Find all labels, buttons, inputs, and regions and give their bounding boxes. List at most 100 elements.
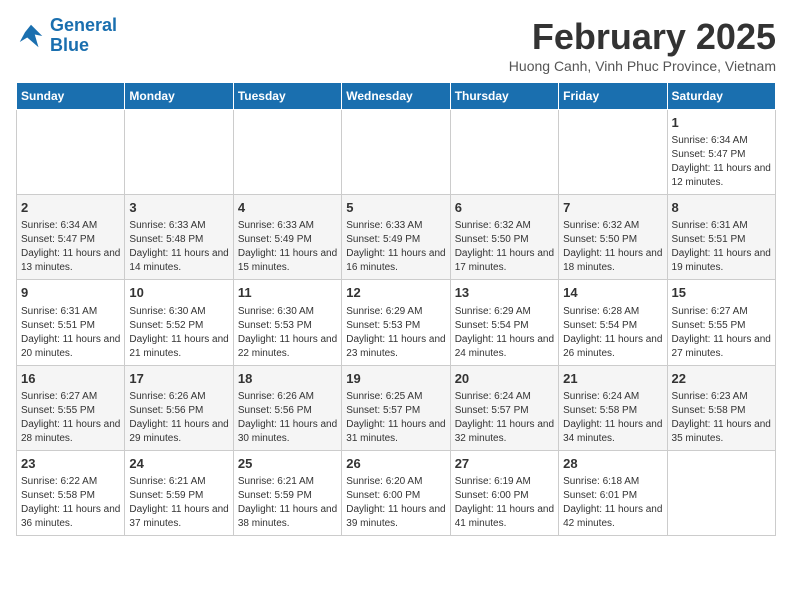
day-info: Sunrise: 6:27 AM Sunset: 5:55 PM Dayligh… <box>21 390 120 446</box>
calendar-day-cell: 19 Sunrise: 6:25 AM Sunset: 5:57 PM Dayli… <box>342 365 450 450</box>
day-info: Sunrise: 6:31 AM Sunset: 5:51 PM Dayligh… <box>672 219 771 275</box>
calendar-week-row: 2 Sunrise: 6:34 AM Sunset: 5:47 PM Daylig… <box>17 195 776 280</box>
weekday-header: Monday <box>125 83 233 110</box>
day-number: 19 <box>346 370 445 388</box>
day-info: Sunrise: 6:31 AM Sunset: 5:51 PM Dayligh… <box>21 305 120 361</box>
weekday-header: Tuesday <box>233 83 341 110</box>
calendar-day-cell: 5 Sunrise: 6:33 AM Sunset: 5:49 PM Daylig… <box>342 195 450 280</box>
day-number: 17 <box>129 370 228 388</box>
calendar-week-row: 1 Sunrise: 6:34 AM Sunset: 5:47 PM Daylig… <box>17 110 776 195</box>
day-info: Sunrise: 6:18 AM Sunset: 6:01 PM Dayligh… <box>563 475 662 531</box>
month-title: February 2025 <box>509 16 776 58</box>
day-number: 26 <box>346 455 445 473</box>
day-info: Sunrise: 6:28 AM Sunset: 5:54 PM Dayligh… <box>563 305 662 361</box>
calendar-empty-cell <box>17 110 125 195</box>
calendar-day-cell: 24Sunrise: 6:21 AM Sunset: 5:59 PM Dayli… <box>125 450 233 535</box>
calendar-empty-cell <box>342 110 450 195</box>
calendar-empty-cell <box>559 110 667 195</box>
day-info: Sunrise: 6:22 AM Sunset: 5:58 PM Dayligh… <box>21 475 120 531</box>
calendar-day-cell: 3 Sunrise: 6:33 AM Sunset: 5:48 PM Daylig… <box>125 195 233 280</box>
logo: General Blue <box>16 16 117 56</box>
day-info: Sunrise: 6:30 AM Sunset: 5:52 PM Dayligh… <box>129 305 228 361</box>
calendar-day-cell: 27 Sunrise: 6:19 AM Sunset: 6:00 PM Dayli… <box>450 450 558 535</box>
day-number: 2 <box>21 199 120 217</box>
calendar-day-cell: 7 Sunrise: 6:32 AM Sunset: 5:50 PM Daylig… <box>559 195 667 280</box>
calendar-day-cell: 1 Sunrise: 6:34 AM Sunset: 5:47 PM Daylig… <box>667 110 775 195</box>
calendar-day-cell: 25Sunrise: 6:21 AM Sunset: 5:59 PM Dayli… <box>233 450 341 535</box>
location-title: Huong Canh, Vinh Phuc Province, Vietnam <box>509 58 776 74</box>
day-number: 10 <box>129 284 228 302</box>
calendar-day-cell: 26 Sunrise: 6:20 AM Sunset: 6:00 PM Dayli… <box>342 450 450 535</box>
weekday-header: Wednesday <box>342 83 450 110</box>
calendar-day-cell: 23 Sunrise: 6:22 AM Sunset: 5:58 PM Dayli… <box>17 450 125 535</box>
day-number: 15 <box>672 284 771 302</box>
calendar-day-cell: 6Sunrise: 6:32 AM Sunset: 5:50 PM Daylig… <box>450 195 558 280</box>
calendar-header-row: SundayMondayTuesdayWednesdayThursdayFrid… <box>17 83 776 110</box>
day-info: Sunrise: 6:29 AM Sunset: 5:53 PM Dayligh… <box>346 305 445 361</box>
day-info: Sunrise: 6:19 AM Sunset: 6:00 PM Dayligh… <box>455 475 554 531</box>
day-info: Sunrise: 6:23 AM Sunset: 5:58 PM Dayligh… <box>672 390 771 446</box>
day-info: Sunrise: 6:33 AM Sunset: 5:48 PM Dayligh… <box>129 219 228 275</box>
day-info: Sunrise: 6:30 AM Sunset: 5:53 PM Dayligh… <box>238 305 337 361</box>
day-number: 25 <box>238 455 337 473</box>
calendar-day-cell: 20 Sunrise: 6:24 AM Sunset: 5:57 PM Dayli… <box>450 365 558 450</box>
calendar-week-row: 9 Sunrise: 6:31 AM Sunset: 5:51 PM Daylig… <box>17 280 776 365</box>
calendar-day-cell: 12 Sunrise: 6:29 AM Sunset: 5:53 PM Dayli… <box>342 280 450 365</box>
logo-text: General Blue <box>50 16 117 56</box>
calendar-week-row: 23 Sunrise: 6:22 AM Sunset: 5:58 PM Dayli… <box>17 450 776 535</box>
calendar-day-cell: 9 Sunrise: 6:31 AM Sunset: 5:51 PM Daylig… <box>17 280 125 365</box>
day-info: Sunrise: 6:26 AM Sunset: 5:56 PM Dayligh… <box>238 390 337 446</box>
day-number: 14 <box>563 284 662 302</box>
day-info: Sunrise: 6:24 AM Sunset: 5:58 PM Dayligh… <box>563 390 662 446</box>
day-info: Sunrise: 6:29 AM Sunset: 5:54 PM Dayligh… <box>455 305 554 361</box>
day-info: Sunrise: 6:32 AM Sunset: 5:50 PM Dayligh… <box>563 219 662 275</box>
weekday-header: Thursday <box>450 83 558 110</box>
day-info: Sunrise: 6:33 AM Sunset: 5:49 PM Dayligh… <box>346 219 445 275</box>
title-area: February 2025 Huong Canh, Vinh Phuc Prov… <box>509 16 776 74</box>
logo-icon <box>16 21 46 51</box>
day-number: 24 <box>129 455 228 473</box>
calendar-empty-cell <box>450 110 558 195</box>
calendar-table: SundayMondayTuesdayWednesdayThursdayFrid… <box>16 82 776 536</box>
day-info: Sunrise: 6:20 AM Sunset: 6:00 PM Dayligh… <box>346 475 445 531</box>
calendar-day-cell: 11 Sunrise: 6:30 AM Sunset: 5:53 PM Dayli… <box>233 280 341 365</box>
day-info: Sunrise: 6:24 AM Sunset: 5:57 PM Dayligh… <box>455 390 554 446</box>
weekday-header: Friday <box>559 83 667 110</box>
day-info: Sunrise: 6:34 AM Sunset: 5:47 PM Dayligh… <box>21 219 120 275</box>
day-number: 5 <box>346 199 445 217</box>
calendar-day-cell: 8 Sunrise: 6:31 AM Sunset: 5:51 PM Daylig… <box>667 195 775 280</box>
day-info: Sunrise: 6:34 AM Sunset: 5:47 PM Dayligh… <box>672 134 771 190</box>
day-number: 7 <box>563 199 662 217</box>
calendar-empty-cell <box>125 110 233 195</box>
calendar-day-cell: 16Sunrise: 6:27 AM Sunset: 5:55 PM Dayli… <box>17 365 125 450</box>
calendar-day-cell: 2 Sunrise: 6:34 AM Sunset: 5:47 PM Daylig… <box>17 195 125 280</box>
day-number: 9 <box>21 284 120 302</box>
day-info: Sunrise: 6:25 AM Sunset: 5:57 PM Dayligh… <box>346 390 445 446</box>
day-number: 8 <box>672 199 771 217</box>
calendar-week-row: 16Sunrise: 6:27 AM Sunset: 5:55 PM Dayli… <box>17 365 776 450</box>
header: General Blue February 2025 Huong Canh, V… <box>16 16 776 74</box>
calendar-day-cell: 13 Sunrise: 6:29 AM Sunset: 5:54 PM Dayli… <box>450 280 558 365</box>
day-number: 11 <box>238 284 337 302</box>
day-number: 28 <box>563 455 662 473</box>
day-number: 1 <box>672 114 771 132</box>
day-number: 22 <box>672 370 771 388</box>
day-number: 27 <box>455 455 554 473</box>
day-number: 20 <box>455 370 554 388</box>
calendar-day-cell: 4Sunrise: 6:33 AM Sunset: 5:49 PM Daylig… <box>233 195 341 280</box>
day-info: Sunrise: 6:26 AM Sunset: 5:56 PM Dayligh… <box>129 390 228 446</box>
day-info: Sunrise: 6:27 AM Sunset: 5:55 PM Dayligh… <box>672 305 771 361</box>
calendar-day-cell: 28 Sunrise: 6:18 AM Sunset: 6:01 PM Dayli… <box>559 450 667 535</box>
day-number: 12 <box>346 284 445 302</box>
day-number: 13 <box>455 284 554 302</box>
calendar-day-cell: 18Sunrise: 6:26 AM Sunset: 5:56 PM Dayli… <box>233 365 341 450</box>
day-info: Sunrise: 6:32 AM Sunset: 5:50 PM Dayligh… <box>455 219 554 275</box>
calendar-day-cell: 22 Sunrise: 6:23 AM Sunset: 5:58 PM Dayli… <box>667 365 775 450</box>
day-number: 3 <box>129 199 228 217</box>
day-number: 23 <box>21 455 120 473</box>
calendar-day-cell: 14 Sunrise: 6:28 AM Sunset: 5:54 PM Dayli… <box>559 280 667 365</box>
calendar-empty-cell <box>233 110 341 195</box>
calendar-day-cell: 21Sunrise: 6:24 AM Sunset: 5:58 PM Dayli… <box>559 365 667 450</box>
day-info: Sunrise: 6:33 AM Sunset: 5:49 PM Dayligh… <box>238 219 337 275</box>
weekday-header: Sunday <box>17 83 125 110</box>
